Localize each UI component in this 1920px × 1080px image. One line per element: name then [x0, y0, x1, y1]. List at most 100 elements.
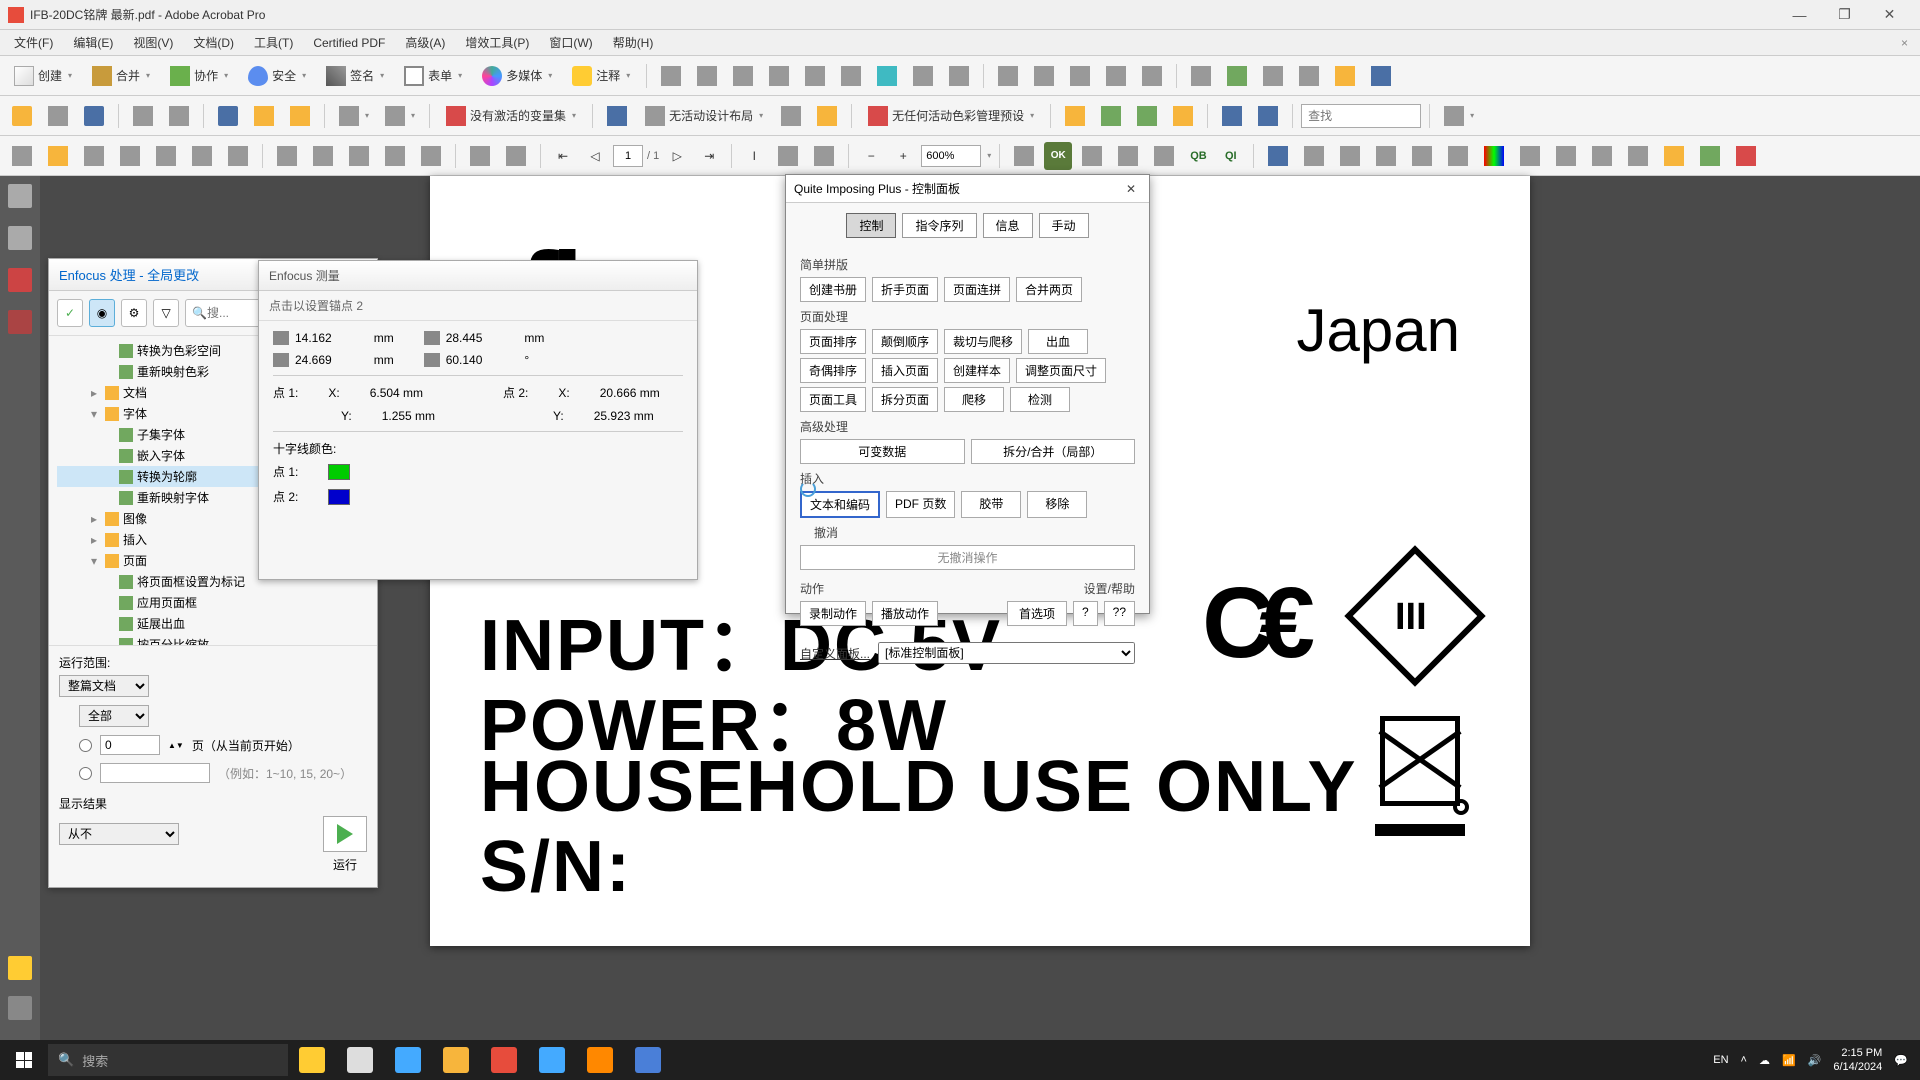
- menu-toggle-button[interactable]: ▾: [1438, 102, 1480, 130]
- qip-prefs[interactable]: 首选项: [1007, 601, 1067, 626]
- example-radio[interactable]: [79, 767, 92, 780]
- collab-button[interactable]: 协作▾: [162, 62, 236, 90]
- ext3[interactable]: [1334, 142, 1366, 170]
- mail4-button[interactable]: [1167, 102, 1199, 130]
- mail2-button[interactable]: [1095, 102, 1127, 130]
- tray-up-icon[interactable]: ˄: [1741, 1054, 1747, 1066]
- tray-volume-icon[interactable]: 🔊: [1808, 1054, 1822, 1067]
- t3-1[interactable]: [6, 142, 38, 170]
- qip-help[interactable]: ?: [1073, 601, 1098, 626]
- qip-tab-manual[interactable]: 手动: [1039, 213, 1089, 238]
- t3-9[interactable]: [307, 142, 339, 170]
- start-button[interactable]: [0, 1040, 48, 1080]
- wand-tool[interactable]: [727, 62, 759, 90]
- colorpreset-dropdown[interactable]: 无任何活动色彩管理预设▾: [860, 102, 1042, 130]
- results-select[interactable]: 从不: [59, 823, 179, 845]
- app-acrobat[interactable]: [480, 1040, 528, 1080]
- qip-pagetools[interactable]: 页面工具: [800, 387, 866, 412]
- ext6[interactable]: [1442, 142, 1474, 170]
- qip-remove[interactable]: 移除: [1027, 491, 1087, 518]
- text-tool[interactable]: [799, 62, 831, 90]
- t3-10[interactable]: [343, 142, 375, 170]
- combine-button[interactable]: 合并▾: [84, 62, 158, 90]
- find-input[interactable]: [1301, 104, 1421, 128]
- qip-nup[interactable]: 页面连拼: [944, 277, 1010, 302]
- color-swatch-1[interactable]: [328, 464, 350, 480]
- ext2[interactable]: [1298, 142, 1330, 170]
- t3-11[interactable]: [379, 142, 411, 170]
- edit-tool[interactable]: [1076, 142, 1108, 170]
- tray-lang[interactable]: EN: [1713, 1054, 1728, 1066]
- qip-close-button[interactable]: ✕: [1121, 182, 1141, 196]
- qip-tab-control[interactable]: 控制: [846, 213, 896, 238]
- highlight-tool[interactable]: [871, 62, 903, 90]
- t3-14[interactable]: [500, 142, 532, 170]
- pages-panel-icon[interactable]: [8, 184, 32, 208]
- layout-dropdown[interactable]: 无活动设计布局▾: [637, 102, 771, 130]
- qip-splitmerge[interactable]: 拆分/合并（局部）: [971, 439, 1136, 464]
- qb-tool[interactable]: QB: [1184, 142, 1213, 170]
- grid1-button[interactable]: [775, 102, 807, 130]
- color-swatch-2[interactable]: [328, 489, 350, 505]
- qip-pdfpages[interactable]: PDF 页数: [886, 491, 955, 518]
- page-input[interactable]: [613, 145, 643, 167]
- first-page[interactable]: ⇤: [549, 142, 577, 170]
- tray-cloud-icon[interactable]: ☁: [1759, 1054, 1770, 1067]
- secure-button[interactable]: 安全▾: [240, 62, 314, 90]
- maximize-button[interactable]: ❐: [1822, 1, 1867, 29]
- t3-4[interactable]: [114, 142, 146, 170]
- qip-tape[interactable]: 胶带: [961, 491, 1021, 518]
- qip-reverse[interactable]: 颠倒顺序: [872, 329, 938, 354]
- qip-merge-two[interactable]: 合并两页: [1016, 277, 1082, 302]
- zoom-input[interactable]: [921, 145, 981, 167]
- disk2-button[interactable]: [1252, 102, 1284, 130]
- t3-2[interactable]: [42, 142, 74, 170]
- layers-panel-icon[interactable]: [8, 310, 32, 334]
- app-explorer[interactable]: [336, 1040, 384, 1080]
- enfocus-filter-btn[interactable]: ▽: [153, 299, 179, 327]
- page-radio[interactable]: [79, 739, 92, 752]
- grid2-button[interactable]: [811, 102, 843, 130]
- qip-vardata[interactable]: 可变数据: [800, 439, 965, 464]
- preflight-tool[interactable]: [1100, 62, 1132, 90]
- tree-item[interactable]: 延展出血: [57, 613, 369, 634]
- run-button[interactable]: [323, 816, 367, 852]
- qip-fold-pages[interactable]: 折手页面: [872, 277, 938, 302]
- qip-sort[interactable]: 页面排序: [800, 329, 866, 354]
- all-select[interactable]: 全部: [79, 705, 149, 727]
- crop-tool[interactable]: [943, 62, 975, 90]
- ext10[interactable]: [1586, 142, 1618, 170]
- menu-window[interactable]: 窗口(W): [539, 30, 602, 55]
- rect-tool[interactable]: [691, 62, 723, 90]
- t3-3[interactable]: [78, 142, 110, 170]
- preview-tool[interactable]: [992, 62, 1024, 90]
- app-edge[interactable]: [528, 1040, 576, 1080]
- enfocus-gear-btn[interactable]: ⚙: [121, 299, 147, 327]
- fix-tool[interactable]: [1257, 62, 1289, 90]
- savefolder-button[interactable]: [248, 102, 280, 130]
- scope-select[interactable]: 整篇文档: [59, 675, 149, 697]
- report-tool[interactable]: [1329, 62, 1361, 90]
- doc-close-button[interactable]: ×: [1893, 36, 1916, 50]
- app-files[interactable]: [432, 1040, 480, 1080]
- taskbar-search[interactable]: 🔍搜索: [48, 1044, 288, 1076]
- qip-record[interactable]: 录制动作: [800, 601, 866, 626]
- mail3-button[interactable]: [1131, 102, 1163, 130]
- qip-play[interactable]: 播放动作: [872, 601, 938, 626]
- enfocus-check-btn[interactable]: ✓: [57, 299, 83, 327]
- hammer-tool[interactable]: [1112, 142, 1144, 170]
- open-button[interactable]: [6, 102, 38, 130]
- qip-custom-label[interactable]: 自定义面板...: [800, 645, 870, 662]
- qip-split[interactable]: 拆分页面: [872, 387, 938, 412]
- ink-tool[interactable]: [1064, 62, 1096, 90]
- snap-tool[interactable]: [763, 62, 795, 90]
- tray-clock[interactable]: 2:15 PM 6/14/2024: [1833, 1046, 1882, 1075]
- ext5[interactable]: [1406, 142, 1438, 170]
- enfocus-globe-btn[interactable]: ◉: [89, 299, 115, 327]
- clip-tool[interactable]: [1148, 142, 1180, 170]
- undo-button[interactable]: [127, 102, 159, 130]
- attachments-panel-icon[interactable]: [8, 996, 32, 1020]
- t3-13[interactable]: [464, 142, 496, 170]
- app-calc[interactable]: [384, 1040, 432, 1080]
- qip-detect[interactable]: 检测: [1010, 387, 1070, 412]
